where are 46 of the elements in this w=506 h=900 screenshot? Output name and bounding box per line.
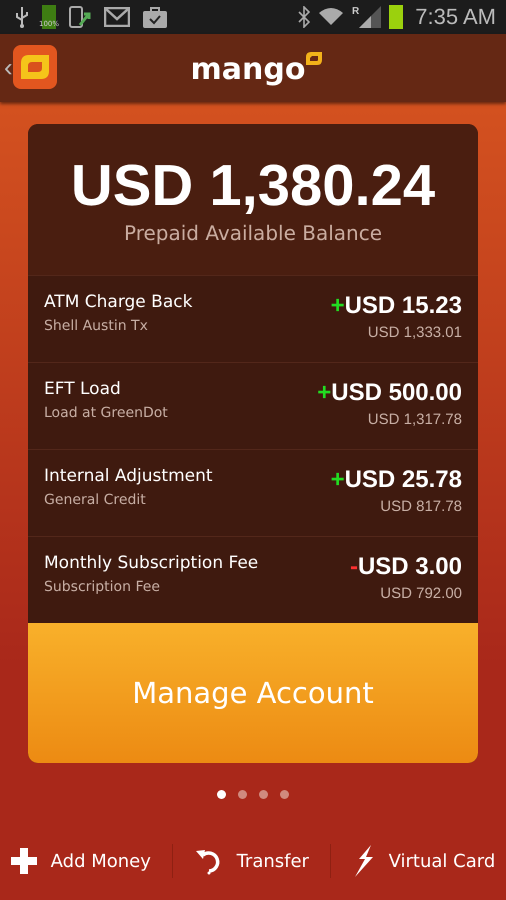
transaction-title: ATM Charge Back [44, 292, 192, 312]
page-indicator-dot[interactable] [217, 790, 226, 799]
action-button[interactable]: Virtual Card [352, 841, 496, 881]
mail-icon [104, 7, 130, 27]
action-button[interactable]: Transfer [194, 843, 309, 879]
amount-sign: + [330, 466, 345, 494]
transaction-amount: USD 25.78 [344, 466, 462, 494]
bluetooth-icon [298, 6, 310, 28]
transaction-amount: USD 15.23 [344, 292, 462, 320]
clock: 7:35 AM [415, 4, 496, 30]
transaction-row[interactable]: EFT Load Load at GreenDot +USD 500.00 USD 1,317.78 [28, 362, 478, 449]
transaction-description: General Credit [44, 492, 147, 508]
page-indicator-dot[interactable] [238, 790, 247, 799]
signal-icon [359, 6, 382, 28]
brand-title: mango [190, 55, 306, 85]
usb-icon [14, 6, 30, 28]
phone-update-icon [68, 5, 92, 29]
app-logo-icon [12, 45, 57, 89]
transaction-description: Shell Austin Tx [44, 318, 149, 334]
home-button[interactable]: ‹ [4, 45, 57, 89]
transaction-description: Subscription Fee [44, 579, 161, 595]
action-button[interactable]: Add Money [10, 844, 151, 878]
amount-sign: - [350, 553, 358, 581]
shopping-bag-icon [142, 5, 168, 29]
roaming-label: R [352, 6, 360, 17]
running-balance: USD 1,333.01 [368, 324, 462, 341]
page-indicator-dot[interactable] [259, 790, 268, 799]
transaction-title: Monthly Subscription Fee [44, 553, 258, 573]
amount-sign: + [330, 292, 345, 320]
transaction-description: Load at GreenDot [44, 405, 168, 421]
balance-label: Prepaid Available Balance [124, 221, 382, 246]
amount-sign: + [317, 379, 332, 407]
balance-amount: USD 1,380.24 [70, 154, 436, 218]
transaction-row[interactable]: Internal Adjustment General Credit +USD 25.78 USD 817.78 [28, 449, 478, 536]
transaction-amount: USD 3.00 [358, 553, 462, 581]
plus-icon [10, 848, 37, 874]
transaction-amount: USD 500.00 [331, 379, 462, 407]
battery-icon [389, 5, 404, 29]
running-balance: USD 1,317.78 [368, 411, 462, 428]
transaction-title: Internal Adjustment [44, 466, 213, 486]
transaction-row[interactable]: ATM Charge Back Shell Austin Tx +USD 15.23 USD 1,333.01 [28, 275, 478, 362]
page-indicator-dot[interactable] [280, 790, 289, 799]
transaction-title: EFT Load [44, 379, 122, 399]
running-balance: USD 792.00 [380, 585, 462, 602]
running-balance: USD 817.78 [380, 498, 462, 515]
lightning-icon [352, 845, 375, 877]
